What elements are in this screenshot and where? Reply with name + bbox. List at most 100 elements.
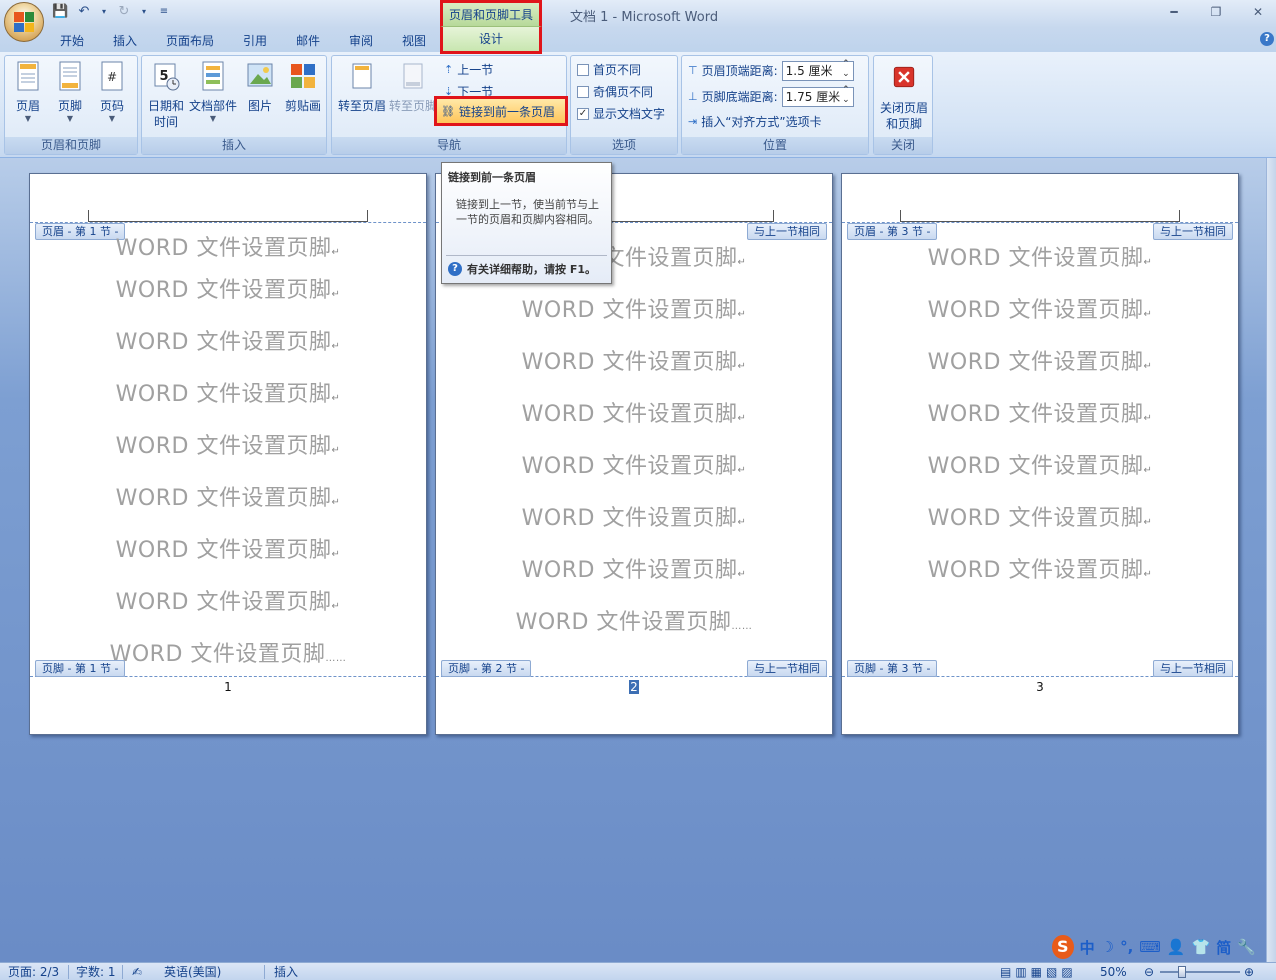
body-text-line[interactable]: WORD 文件设置页脚↵ [436,448,832,480]
body-text-line[interactable]: WORD 文件设置页脚↵ [436,396,832,428]
previous-section-button[interactable]: ⇡ 上一节 [444,60,493,80]
tab-references[interactable]: 引用 [243,30,267,52]
footer-section-tag: 页脚 - 第 2 节 - [441,660,532,677]
sogou-logo-icon[interactable]: S [1052,935,1074,959]
redo-dropdown-icon[interactable]: ▾ [140,4,148,20]
customize-qat-icon[interactable]: ≡ [156,4,172,20]
close-icon[interactable]: ✕ [1248,2,1268,22]
ime-tools-icon[interactable]: 🔧 [1237,938,1256,956]
ime-simplified-icon[interactable]: 简 [1216,937,1231,958]
save-icon[interactable]: 💾 [52,4,68,20]
insert-alignment-tab-button[interactable]: ⇥ 插入“对齐方式”选项卡 [688,112,822,132]
body-text-line[interactable]: WORD 文件设置页脚↵ [30,230,426,262]
date-time-label-2: 时间 [153,115,178,129]
body-text-line[interactable]: WORD 文件设置页脚↵ [436,500,832,532]
body-text-line[interactable]: WORD 文件设置页脚↵ [842,344,1238,376]
body-text-line[interactable]: WORD 文件设置页脚↵ [842,240,1238,272]
close-header-footer-button[interactable]: 关闭页眉 和页脚 [876,60,932,132]
ime-skin-icon[interactable]: 👕 [1192,938,1211,956]
picture-button[interactable]: 图片 [242,60,278,114]
page-number-icon: # [101,61,123,91]
link-chain-icon: ⛓ [441,104,455,118]
page-3[interactable]: 页眉 - 第 3 节 - 与上一节相同 WORD 文件设置页脚↵ WORD 文件… [841,173,1239,735]
footer-from-bottom-spinner[interactable]: 1.75 厘米 [781,85,854,107]
tab-insert[interactable]: 插入 [113,30,137,52]
tab-home[interactable]: 开始 [60,30,84,52]
view-buttons[interactable]: ▤▥▦▧▨ [1000,964,1077,980]
body-text-line[interactable]: WORD 文件设置页脚↵ [30,324,426,356]
body-text-line[interactable]: WORD 文件设置页脚↵ [30,376,426,408]
zoom-out-icon[interactable]: ⊖ [1144,964,1154,980]
body-text-line[interactable]: WORD 文件设置页脚↵ [436,292,832,324]
body-text-line[interactable]: WORD 文件设置页脚↵ [436,344,832,376]
clip-art-button[interactable]: 剪贴画 [282,60,324,114]
status-word-count[interactable]: 字数: 1 [76,964,116,980]
tab-design[interactable]: 设计 [440,26,542,54]
header-from-top-spinner[interactable]: 1.5 厘米 [781,59,854,81]
body-text-line[interactable]: WORD 文件设置页脚↵ [30,584,426,616]
date-time-button[interactable]: 5 日期和 时间 [146,60,186,130]
help-icon[interactable]: ? [1260,32,1274,46]
tooltip-help: ? 有关详细帮助，请按 F1。 [448,261,596,277]
office-button[interactable] [4,2,44,42]
zoom-slider[interactable] [1160,971,1240,973]
ime-punctuation-icon[interactable]: °, [1120,938,1133,956]
body-text-line[interactable]: WORD 文件设置页脚↵ [30,532,426,564]
restore-icon[interactable]: ❐ [1206,2,1226,22]
body-text-line[interactable]: WORD 文件设置页脚↵ [30,428,426,460]
status-insert-mode[interactable]: 插入 [274,964,298,980]
show-document-text-checkbox[interactable]: ✓ [577,108,589,120]
group-label-navigation: 导航 [332,137,566,154]
header-button[interactable]: 页眉 ▼ [11,60,45,123]
tab-review[interactable]: 审阅 [349,30,373,52]
ime-halfwidth-icon[interactable]: ☽ [1101,938,1114,956]
tab-mailings[interactable]: 邮件 [296,30,320,52]
footer-dropdown-icon: ▼ [66,114,74,123]
insert-alignment-tab-label: 插入“对齐方式”选项卡 [701,115,822,129]
status-language[interactable]: 英语(美国) [164,964,221,980]
goto-header-button[interactable]: 转至页眉 [334,60,390,114]
status-page[interactable]: 页面: 2/3 [8,964,59,980]
zoom-in-icon[interactable]: ⊕ [1244,964,1254,980]
quick-parts-button[interactable]: 文档部件 ▼ [188,60,238,123]
different-odd-even-label: 奇偶页不同 [593,85,654,99]
tab-view[interactable]: 视图 [402,30,426,52]
undo-icon[interactable]: ↶ [76,4,92,20]
body-text-line[interactable]: WORD 文件设置页脚↵ [30,272,426,304]
page-number[interactable]: 3 [842,680,1238,694]
page-1[interactable]: 页眉 - 第 1 节 - WORD 文件设置页脚↵ WORD 文件设置页脚↵ W… [29,173,427,735]
tab-page-layout[interactable]: 页面布局 [166,30,214,52]
different-first-page-checkbox[interactable] [577,64,589,76]
page-number-selected[interactable]: 2 [436,680,832,694]
body-text-line[interactable]: WORD 文件设置页脚↵ [842,552,1238,584]
ime-user-icon[interactable]: 👤 [1167,938,1186,956]
proofing-icon[interactable]: ✍ [132,964,142,980]
different-first-page-option[interactable]: 首页不同 [577,60,641,80]
body-text-line[interactable]: WORD 文件设置页脚↵ [842,292,1238,324]
vertical-scrollbar[interactable] [1266,158,1276,962]
footer-same-as-previous-tag: 与上一节相同 [747,660,827,677]
ime-keyboard-icon[interactable]: ⌨ [1139,938,1161,956]
different-odd-even-option[interactable]: 奇偶页不同 [577,82,653,102]
body-text-line[interactable]: WORD 文件设置页脚↵ [436,552,832,584]
ime-chinese-mode-icon[interactable]: 中 [1080,937,1095,958]
body-text-line[interactable]: WORD 文件设置页脚↵ [842,500,1238,532]
same-as-previous-tag: 与上一节相同 [747,223,827,240]
footer-button[interactable]: 页脚 ▼ [53,60,87,123]
body-text-line[interactable]: WORD 文件设置页脚↵ [842,396,1238,428]
status-zoom[interactable]: 50% [1100,964,1127,980]
body-text-line[interactable]: WORD 文件设置页脚…… [436,604,832,636]
body-text-line[interactable]: WORD 文件设置页脚↵ [842,448,1238,480]
different-odd-even-checkbox[interactable] [577,86,589,98]
office-logo-icon [14,12,34,32]
zoom-slider-thumb[interactable] [1178,966,1186,978]
link-to-previous-button[interactable]: ⛓ 链接到前一条页眉 [434,96,568,126]
body-text-line[interactable]: WORD 文件设置页脚↵ [30,480,426,512]
page-number[interactable]: 1 [30,680,426,694]
show-document-text-option[interactable]: ✓ 显示文档文字 [577,104,665,124]
group-label-options: 选项 [571,137,677,154]
undo-dropdown-icon[interactable]: ▾ [100,4,108,20]
minimize-icon[interactable]: ━ [1164,2,1184,22]
redo-icon[interactable]: ↻ [116,4,132,20]
page-number-button[interactable]: # 页码 ▼ [95,60,129,123]
